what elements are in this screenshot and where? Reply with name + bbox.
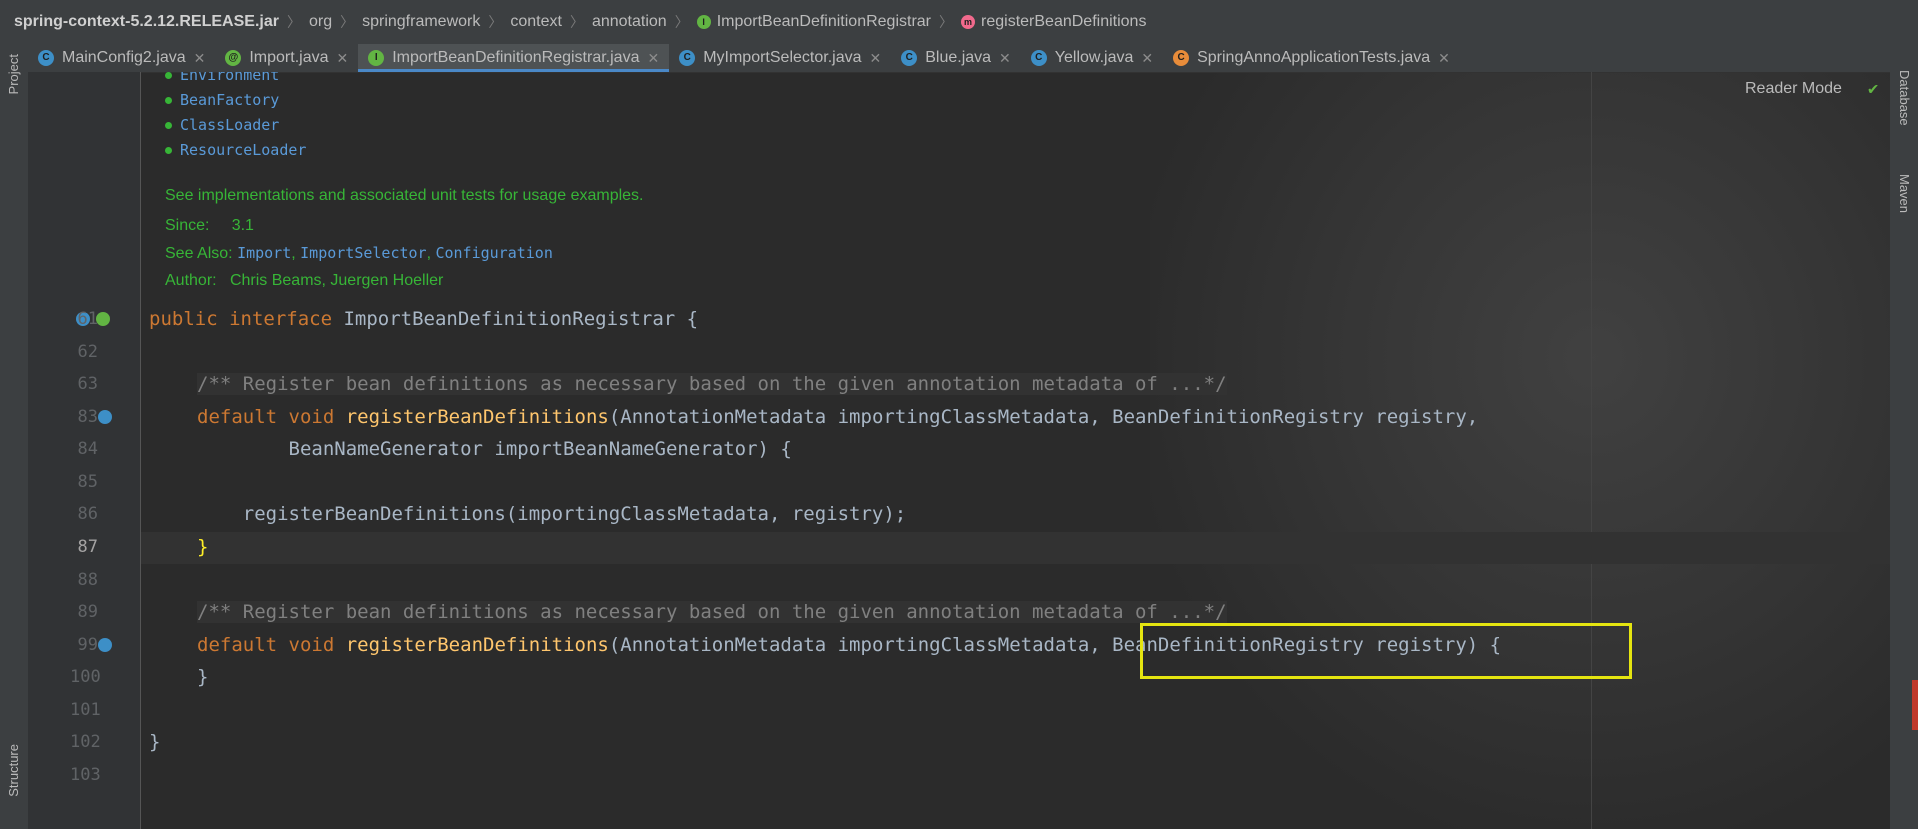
class-icon: C xyxy=(679,50,696,66)
overridden-icon[interactable] xyxy=(98,410,112,424)
interface-icon: I xyxy=(696,15,711,29)
code-editor[interactable]: Environment BeanFactory ClassLoader Reso… xyxy=(141,72,1890,829)
chevron-right-icon: 〉 xyxy=(488,14,503,30)
doc-author: Author: Chris Beams, Juergen Hoeller xyxy=(165,272,444,289)
breadcrumb-method[interactable]: m registerBeanDefinitions xyxy=(961,13,1146,31)
database-tool-button[interactable]: Database xyxy=(1897,70,1912,126)
close-icon[interactable]: ✕ xyxy=(194,50,206,67)
line-number-gutter[interactable]: 61 62 63 83 84 85 86 87 88 89 99 100 101… xyxy=(28,72,141,829)
tab-label: ImportBeanDefinitionRegistrar.java xyxy=(392,49,640,66)
tab-myimportselector[interactable]: C MyImportSelector.java ✕ xyxy=(669,44,891,72)
checkmark-icon: ✔ xyxy=(1868,79,1879,99)
close-icon[interactable]: ✕ xyxy=(337,50,349,67)
tab-label: SpringAnnoApplicationTests.java xyxy=(1197,49,1431,66)
code-line-87: } xyxy=(197,536,209,558)
method-icon: m xyxy=(961,15,976,29)
current-line-highlight xyxy=(141,532,1890,564)
doc-link-configuration[interactable]: Configuration xyxy=(435,244,552,262)
class-icon: C xyxy=(1030,50,1047,66)
project-tool-button[interactable]: Project xyxy=(6,54,21,94)
code-line-100: } xyxy=(197,666,209,688)
interface-icon: I xyxy=(368,50,385,66)
doc-since: Since: 3.1 xyxy=(165,217,254,234)
line-number: 89 xyxy=(77,602,98,622)
breadcrumb-method-label: registerBeanDefinitions xyxy=(981,13,1147,30)
line-number: 83 xyxy=(77,407,98,427)
tab-springannoapplicationtests[interactable]: C SpringAnnoApplicationTests.java ✕ xyxy=(1163,44,1460,72)
line-number: 88 xyxy=(77,570,98,590)
tab-label: Import.java xyxy=(249,49,329,66)
line-number: 61 xyxy=(77,309,98,329)
chevron-right-icon: 〉 xyxy=(340,14,355,30)
chevron-right-icon: 〉 xyxy=(674,14,689,30)
tab-label: MainConfig2.java xyxy=(62,49,186,66)
left-tool-strip: Project Structure xyxy=(0,44,28,829)
doc-item: BeanFactory xyxy=(165,91,279,110)
breadcrumb-context[interactable]: context xyxy=(510,13,562,31)
class-icon: C xyxy=(901,50,918,66)
right-margin-guide xyxy=(1591,72,1592,829)
doc-item: ClassLoader xyxy=(165,116,279,135)
doc-see-also: See Also: Import, ImportSelector, Config… xyxy=(165,244,553,262)
tab-label: MyImportSelector.java xyxy=(703,49,862,66)
close-icon[interactable]: ✕ xyxy=(999,50,1011,67)
line-number: 101 xyxy=(70,700,101,720)
chevron-right-icon: 〉 xyxy=(286,14,301,30)
code-line-61: public interface ImportBeanDefinitionReg… xyxy=(149,308,699,330)
code-line-83: default void registerBeanDefinitions(Ann… xyxy=(197,406,1479,428)
breadcrumb-interface[interactable]: I ImportBeanDefinitionRegistrar xyxy=(696,13,932,31)
tab-importbeandefinitionregistrar[interactable]: I ImportBeanDefinitionRegistrar.java ✕ xyxy=(358,44,670,72)
interface-marker-icon xyxy=(96,312,110,326)
annotation-icon: @ xyxy=(225,50,242,66)
editor-tabs: C MainConfig2.java ✕ @ Import.java ✕ I I… xyxy=(28,44,1890,73)
close-icon[interactable]: ✕ xyxy=(647,50,659,67)
line-number: 102 xyxy=(70,732,101,752)
close-icon[interactable]: ✕ xyxy=(1438,50,1450,67)
tab-mainconfig2[interactable]: C MainConfig2.java ✕ xyxy=(28,44,215,72)
line-number: 85 xyxy=(77,472,98,492)
annotation-highlight-box xyxy=(1140,623,1632,679)
tab-import[interactable]: @ Import.java ✕ xyxy=(215,44,358,72)
tab-blue[interactable]: C Blue.java ✕ xyxy=(891,44,1021,72)
breadcrumb-springframework[interactable]: springframework xyxy=(362,13,480,31)
tab-yellow[interactable]: C Yellow.java ✕ xyxy=(1021,44,1163,72)
line-number: 62 xyxy=(77,342,98,362)
doc-link-importselector[interactable]: ImportSelector xyxy=(300,244,426,262)
class-icon: C xyxy=(38,50,54,66)
breadcrumb-interface-label: ImportBeanDefinitionRegistrar xyxy=(716,13,932,30)
breadcrumb: spring-context-5.2.12.RELEASE.jar 〉 org … xyxy=(0,0,1918,44)
line-number: 84 xyxy=(77,439,98,459)
line-number: 86 xyxy=(77,504,98,524)
tab-label: Yellow.java xyxy=(1054,49,1134,66)
overridden-icon[interactable] xyxy=(98,638,112,652)
line-number: 100 xyxy=(70,667,101,687)
doc-see-implementations: See implementations and associated unit … xyxy=(165,187,644,204)
tab-label: Blue.java xyxy=(925,49,992,66)
breadcrumb-jar[interactable]: spring-context-5.2.12.RELEASE.jar xyxy=(14,13,279,31)
breadcrumb-org[interactable]: org xyxy=(309,13,332,31)
code-line-89: /** Register bean definitions as necessa… xyxy=(197,601,1227,623)
test-class-icon: C xyxy=(1173,50,1190,66)
doc-item: ResourceLoader xyxy=(165,141,306,160)
structure-tool-button[interactable]: Structure xyxy=(6,744,21,797)
code-line-86: registerBeanDefinitions(importingClassMe… xyxy=(197,503,907,525)
chevron-right-icon: 〉 xyxy=(569,14,584,30)
reader-mode-button[interactable]: Reader Mode xyxy=(1745,80,1842,98)
doc-item: Environment xyxy=(165,72,279,85)
doc-link-import[interactable]: Import xyxy=(237,244,291,262)
chevron-right-icon: 〉 xyxy=(939,14,954,30)
line-number: 87 xyxy=(77,537,98,557)
code-line-84: BeanNameGenerator importBeanNameGenerato… xyxy=(197,438,792,460)
close-icon[interactable]: ✕ xyxy=(869,50,881,67)
line-number: 103 xyxy=(70,765,101,785)
code-line-102: } xyxy=(149,731,161,753)
line-number: 99 xyxy=(77,635,98,655)
close-icon[interactable]: ✕ xyxy=(1141,50,1153,67)
breadcrumb-annotation[interactable]: annotation xyxy=(592,13,667,31)
code-line-63: /** Register bean definitions as necessa… xyxy=(197,373,1227,395)
maven-tool-button[interactable]: Maven xyxy=(1897,174,1912,213)
line-number: 63 xyxy=(77,374,98,394)
scrollbar-error-marker[interactable] xyxy=(1912,680,1918,730)
